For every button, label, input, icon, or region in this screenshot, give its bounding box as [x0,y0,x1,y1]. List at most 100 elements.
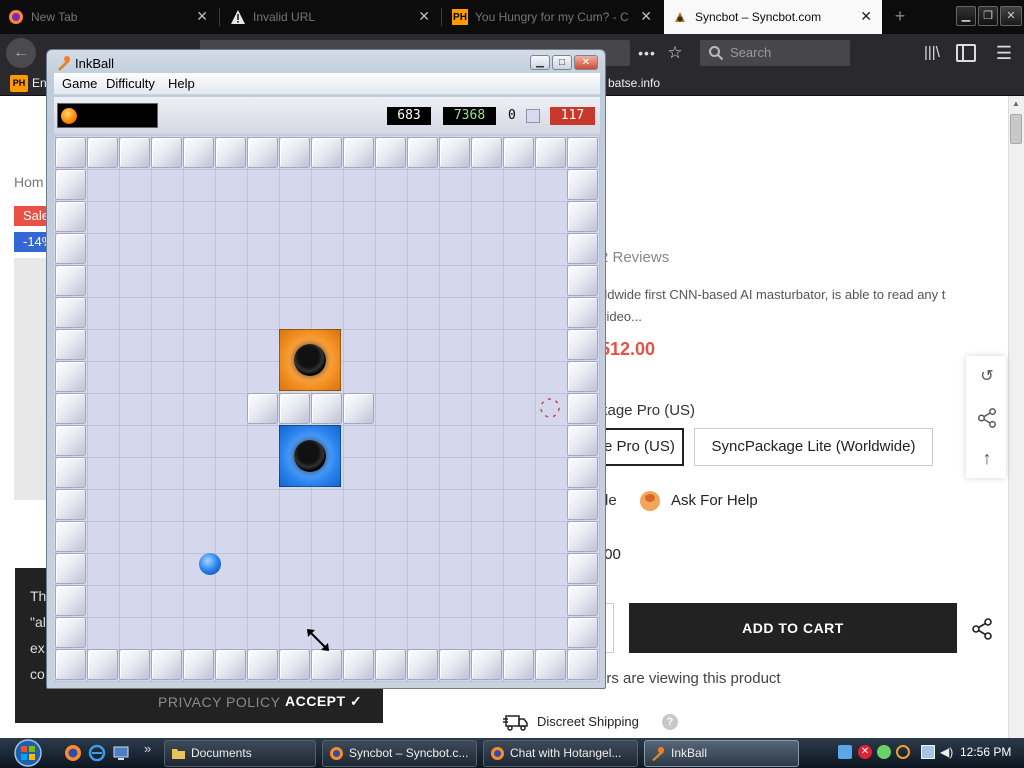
firefox-icon[interactable] [64,744,82,762]
close-icon[interactable]: ✕ [1000,6,1022,26]
clock[interactable]: 12:56 PM [960,745,1011,759]
accept-cookies-button[interactable]: ACCEPT ✓ [285,693,362,710]
wall-block [55,137,86,168]
taskbar-syncbot[interactable]: Syncbot – Syncbot.c... [322,740,477,767]
wall-block [55,169,86,200]
wall-block [55,201,86,232]
ball-spawn-point [540,398,560,418]
warning-icon [230,9,246,25]
wall-block [55,425,86,456]
wall-block [375,137,406,168]
game-board[interactable] [54,136,600,682]
show-desktop-icon[interactable] [112,744,130,762]
wall-block [503,649,534,680]
menu-game[interactable]: Game [62,76,97,91]
firefox-icon [330,747,343,760]
tray-app-icon[interactable] [838,745,852,759]
tray-status-icon[interactable] [877,745,891,759]
wall-block [247,137,278,168]
wall-block [55,393,86,424]
taskbar-chat[interactable]: Chat with Hotangel... [483,740,638,767]
security-alert-icon[interactable]: ✕ [858,745,872,759]
window-close-icon[interactable]: ✕ [574,55,598,70]
wall-block [343,393,374,424]
volume-icon[interactable]: ◀) [940,745,954,759]
new-tab-button[interactable]: + [888,4,912,28]
tab-syncbot[interactable]: Syncbot – Syncbot.com ✕ [664,0,882,34]
ie-icon[interactable] [88,744,106,762]
network-icon[interactable] [921,745,935,759]
help-icon[interactable]: ? [662,714,678,730]
wall-block [567,489,598,520]
close-tab-icon[interactable]: ✕ [196,8,208,25]
wall-block [471,649,502,680]
window-minimize-icon[interactable]: ▁ [530,55,550,70]
wall-block [567,169,598,200]
reviews-link[interactable]: 2 Reviews [600,249,669,266]
library-icon[interactable]: |||\ [924,44,944,62]
wall-block [55,297,86,328]
wall-block [151,137,182,168]
bookmark-item[interactable]: batse.info [608,76,660,90]
taskbar-inkball[interactable]: InkBall [644,740,799,767]
back-button[interactable]: ← [6,38,36,68]
restore-icon[interactable]: ❐ [978,6,998,26]
tray-search-icon[interactable] [896,745,910,759]
scroll-up-icon[interactable]: ▲ [1010,99,1022,109]
taskbar-label: InkBall [671,746,708,760]
wall-block [87,137,118,168]
menu-help[interactable]: Help [168,76,195,91]
tab-ph[interactable]: PH You Hungry for my Cum? - C ✕ [444,0,662,34]
ask-for-help-link[interactable]: Ask For Help [671,492,758,509]
tab-separator [441,8,442,26]
wall-block [407,137,438,168]
wall-block [535,137,566,168]
hamburger-menu-icon[interactable]: ☰ [994,44,1014,62]
breadcrumb[interactable]: Hom [14,174,44,190]
folder-icon [172,749,185,759]
tab-label: New Tab [31,10,78,24]
wall-block [567,457,598,488]
close-tab-icon[interactable]: ✕ [640,8,652,25]
share-icon[interactable] [976,407,998,429]
window-maximize-icon[interactable]: □ [552,55,572,70]
page-actions-icon[interactable]: ••• [636,40,658,66]
product-description: rldwide first CNN-based AI masturbator, … [600,287,946,324]
add-to-cart-button[interactable]: ADD TO CART [629,603,957,653]
wall-block [279,649,310,680]
blue-ball [199,553,221,575]
option-lite-worldwide[interactable]: SyncPackage Lite (Worldwide) [694,428,933,466]
menu-difficulty[interactable]: Difficulty [106,76,155,91]
wall-block [311,137,342,168]
wall-block [343,649,374,680]
sidebar-icon[interactable] [956,44,976,62]
inkball-icon [58,56,70,71]
wall-block [567,137,598,168]
scroll-thumb[interactable] [1010,114,1022,144]
orange-goal-hole [279,329,341,391]
wall-block [55,617,86,648]
bookmark-item[interactable]: En [32,76,47,90]
arrow-up-icon[interactable]: ↑ [976,447,998,469]
wall-block [439,649,470,680]
taskbar-label: Chat with Hotangel... [510,746,622,760]
bookmark-star-icon[interactable]: ☆ [664,40,686,66]
quick-launch-overflow-icon[interactable]: » [144,741,151,756]
tab-new-tab[interactable]: New Tab ✕ [0,0,218,34]
page-scrollbar[interactable] [1008,96,1024,738]
minimize-icon[interactable]: ▁ [956,6,976,26]
start-button[interactable] [8,738,48,768]
share-icon[interactable] [970,617,994,641]
close-tab-icon[interactable]: ✕ [418,8,430,25]
history-icon[interactable]: ↺ [976,366,998,388]
support-avatar-icon [640,491,660,511]
wall-block [279,137,310,168]
search-icon [709,46,724,61]
wall-block [567,585,598,616]
wall-block [55,361,86,392]
privacy-policy-link[interactable]: PRIVACY POLICY [158,694,280,710]
wall-block [151,649,182,680]
taskbar-documents[interactable]: Documents [164,740,316,767]
close-tab-icon[interactable]: ✕ [860,8,872,25]
tab-invalid-url[interactable]: Invalid URL ✕ [222,0,440,34]
